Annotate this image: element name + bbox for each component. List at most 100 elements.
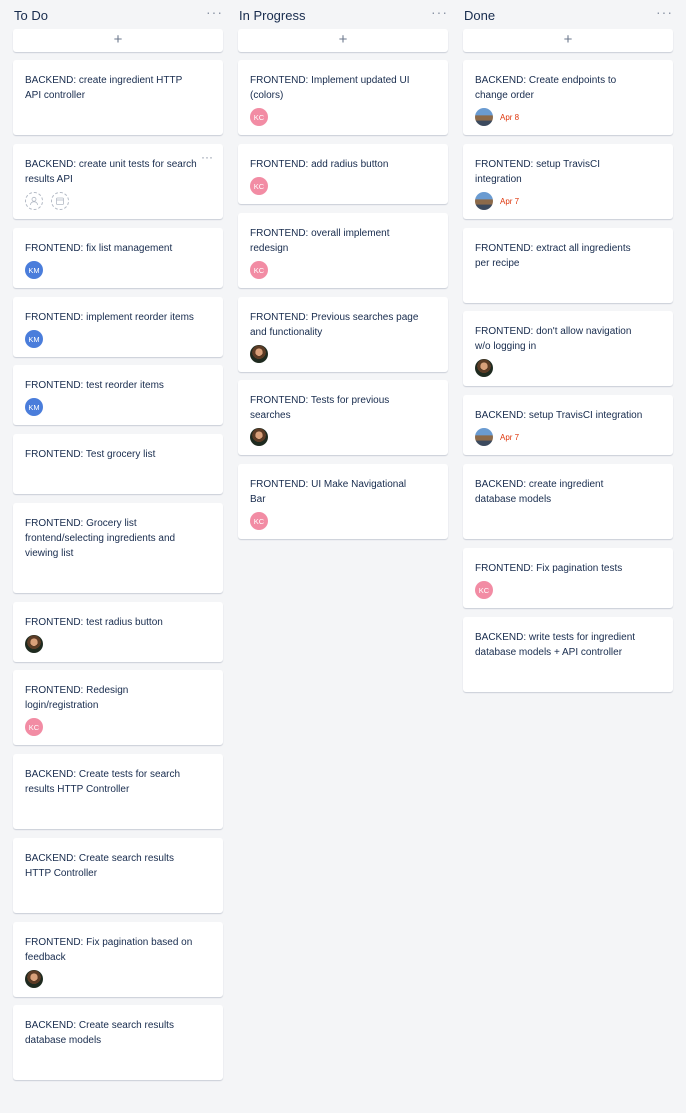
card[interactable]: BACKEND: Create search results HTTP Cont… <box>13 838 223 913</box>
card-title: BACKEND: Create tests for search results… <box>25 769 181 795</box>
card-title: BACKEND: create ingredient database mode… <box>475 479 604 505</box>
avatar-photo[interactable] <box>25 635 43 653</box>
card-title: FRONTEND: Grocery list frontend/selectin… <box>25 518 176 559</box>
avatar-photo[interactable] <box>250 428 268 446</box>
card-meta <box>250 428 436 446</box>
card[interactable]: BACKEND: setup TravisCI integration Apr … <box>463 395 673 455</box>
card[interactable]: FRONTEND: Test grocery list <box>13 434 223 494</box>
card[interactable]: FRONTEND: test reorder items KM <box>13 365 223 425</box>
card-title: FRONTEND: test radius button <box>25 617 163 628</box>
avatar-photo[interactable] <box>475 108 493 126</box>
add-card-button[interactable]: + <box>13 29 223 52</box>
column-header: To Do ··· <box>13 0 225 32</box>
card-title: FRONTEND: add radius button <box>250 159 389 170</box>
column-menu-icon[interactable]: ··· <box>206 4 223 20</box>
card-meta <box>475 359 661 377</box>
due-date: Apr 7 <box>500 196 520 206</box>
column-title: In Progress <box>239 8 306 23</box>
card[interactable]: FRONTEND: Fix pagination tests KC <box>463 548 673 608</box>
card[interactable]: FRONTEND: don't allow navigation w/o log… <box>463 311 673 386</box>
card-meta <box>25 635 211 653</box>
avatar-photo[interactable] <box>475 192 493 210</box>
card-menu-icon[interactable]: ··· <box>201 150 213 164</box>
column-menu-icon[interactable]: ··· <box>656 4 673 20</box>
card-title: FRONTEND: Test grocery list <box>25 449 156 460</box>
card-title: FRONTEND: Redesign login/registration <box>25 685 129 711</box>
card-meta: Apr 7 <box>475 428 661 446</box>
card[interactable]: BACKEND: Create tests for search results… <box>13 754 223 829</box>
card[interactable]: FRONTEND: add radius button KC <box>238 144 448 204</box>
card-meta <box>25 192 211 210</box>
card-title: FRONTEND: Implement updated UI (colors) <box>250 75 410 101</box>
column-menu-icon[interactable]: ··· <box>431 4 448 20</box>
card-title: BACKEND: create unit tests for search re… <box>25 159 197 185</box>
card[interactable]: FRONTEND: implement reorder items KM <box>13 297 223 357</box>
avatar[interactable]: KC <box>475 581 493 599</box>
card-title: FRONTEND: Fix pagination based on feedba… <box>25 937 193 963</box>
card[interactable]: FRONTEND: test radius button <box>13 602 223 662</box>
card-meta: Apr 8 <box>475 108 661 126</box>
card[interactable]: FRONTEND: Fix pagination based on feedba… <box>13 922 223 997</box>
column-title: Done <box>464 8 496 23</box>
due-date: Apr 8 <box>500 112 520 122</box>
avatar[interactable]: KM <box>25 261 43 279</box>
due-date: Apr 7 <box>500 432 520 442</box>
column-todo: To Do ··· + BACKEND: create ingredient H… <box>13 0 225 1080</box>
unassigned-user-icon[interactable] <box>25 192 43 210</box>
card-title: BACKEND: write tests for ingredient data… <box>475 632 636 658</box>
card-meta <box>25 970 211 988</box>
avatar[interactable]: KC <box>250 512 268 530</box>
card-title: FRONTEND: don't allow navigation w/o log… <box>475 326 632 352</box>
card-meta: KC <box>250 177 436 195</box>
avatar[interactable]: KC <box>25 718 43 736</box>
card-title: BACKEND: Create search results database … <box>25 1020 174 1046</box>
card-meta: KC <box>25 718 211 736</box>
card[interactable]: FRONTEND: Implement updated UI (colors) … <box>238 60 448 135</box>
card-meta: KC <box>250 512 436 530</box>
card[interactable]: FRONTEND: fix list management KM <box>13 228 223 288</box>
avatar-photo[interactable] <box>25 970 43 988</box>
avatar-photo[interactable] <box>250 345 268 363</box>
card-title: FRONTEND: Previous searches page and fun… <box>250 312 419 338</box>
card[interactable]: FRONTEND: extract all ingredients per re… <box>463 228 673 303</box>
card[interactable]: FRONTEND: Previous searches page and fun… <box>238 297 448 372</box>
column-in-progress: In Progress ··· + FRONTEND: Implement up… <box>238 0 450 539</box>
card-title: FRONTEND: fix list management <box>25 243 173 254</box>
card-title: BACKEND: Create endpoints to change orde… <box>475 75 617 101</box>
card[interactable]: FRONTEND: Redesign login/registration KC <box>13 670 223 745</box>
kanban-board: To Do ··· + BACKEND: create ingredient H… <box>0 0 686 1113</box>
column-header: In Progress ··· <box>238 0 450 32</box>
card[interactable]: BACKEND: Create search results database … <box>13 1005 223 1080</box>
card[interactable]: BACKEND: Create endpoints to change orde… <box>463 60 673 135</box>
card-meta: KC <box>250 108 436 126</box>
card-title: FRONTEND: Tests for previous searches <box>250 395 390 421</box>
card[interactable]: ··· BACKEND: create unit tests for searc… <box>13 144 223 219</box>
avatar[interactable]: KM <box>25 398 43 416</box>
card-title: FRONTEND: overall implement redesign <box>250 228 390 254</box>
card[interactable]: FRONTEND: Tests for previous searches <box>238 380 448 455</box>
add-card-button[interactable]: + <box>238 29 448 52</box>
avatar[interactable]: KC <box>250 108 268 126</box>
avatar[interactable]: KC <box>250 261 268 279</box>
due-date-icon[interactable] <box>51 192 69 210</box>
card-title: FRONTEND: UI Make Navigational Bar <box>250 479 407 505</box>
card[interactable]: FRONTEND: setup TravisCI integration Apr… <box>463 144 673 219</box>
column-header: Done ··· <box>463 0 675 32</box>
card-meta: KM <box>25 398 211 416</box>
card[interactable]: BACKEND: create ingredient HTTP API cont… <box>13 60 223 135</box>
card[interactable]: FRONTEND: UI Make Navigational Bar KC <box>238 464 448 539</box>
avatar[interactable]: KM <box>25 330 43 348</box>
card[interactable]: BACKEND: write tests for ingredient data… <box>463 617 673 692</box>
card[interactable]: FRONTEND: overall implement redesign KC <box>238 213 448 288</box>
card-title: FRONTEND: test reorder items <box>25 380 164 391</box>
avatar-photo[interactable] <box>475 359 493 377</box>
column-title: To Do <box>14 8 48 23</box>
card-title: FRONTEND: implement reorder items <box>25 312 194 323</box>
card[interactable]: BACKEND: create ingredient database mode… <box>463 464 673 539</box>
avatar[interactable]: KC <box>250 177 268 195</box>
avatar-photo[interactable] <box>475 428 493 446</box>
card-meta: Apr 7 <box>475 192 661 210</box>
add-card-button[interactable]: + <box>463 29 673 52</box>
card[interactable]: FRONTEND: Grocery list frontend/selectin… <box>13 503 223 593</box>
card-meta: KM <box>25 330 211 348</box>
